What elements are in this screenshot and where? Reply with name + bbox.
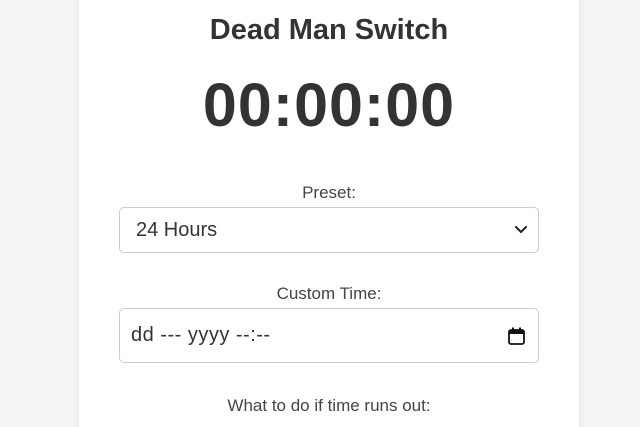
switch-card: Dead Man Switch 00:00:00 Preset: 24 Hour… [79,0,579,427]
preset-label: Preset: [302,183,356,202]
page: Dead Man Switch 00:00:00 Preset: 24 Hour… [0,0,640,427]
page-title: Dead Man Switch [209,14,449,46]
custom-time-input[interactable]: dd --- yyyy --:-- [119,308,539,363]
custom-time-value: dd --- yyyy --:-- [131,324,271,346]
calendar-icon[interactable] [506,326,526,346]
preset-selected-value: 24 Hours [136,218,218,241]
action-label: What to do if time runs out: [227,396,431,415]
countdown-display: 00:00:00 [202,71,456,139]
custom-time-label: Custom Time: [276,284,382,303]
preset-select[interactable]: 24 Hours [119,207,539,253]
chevron-down-icon [514,223,528,237]
